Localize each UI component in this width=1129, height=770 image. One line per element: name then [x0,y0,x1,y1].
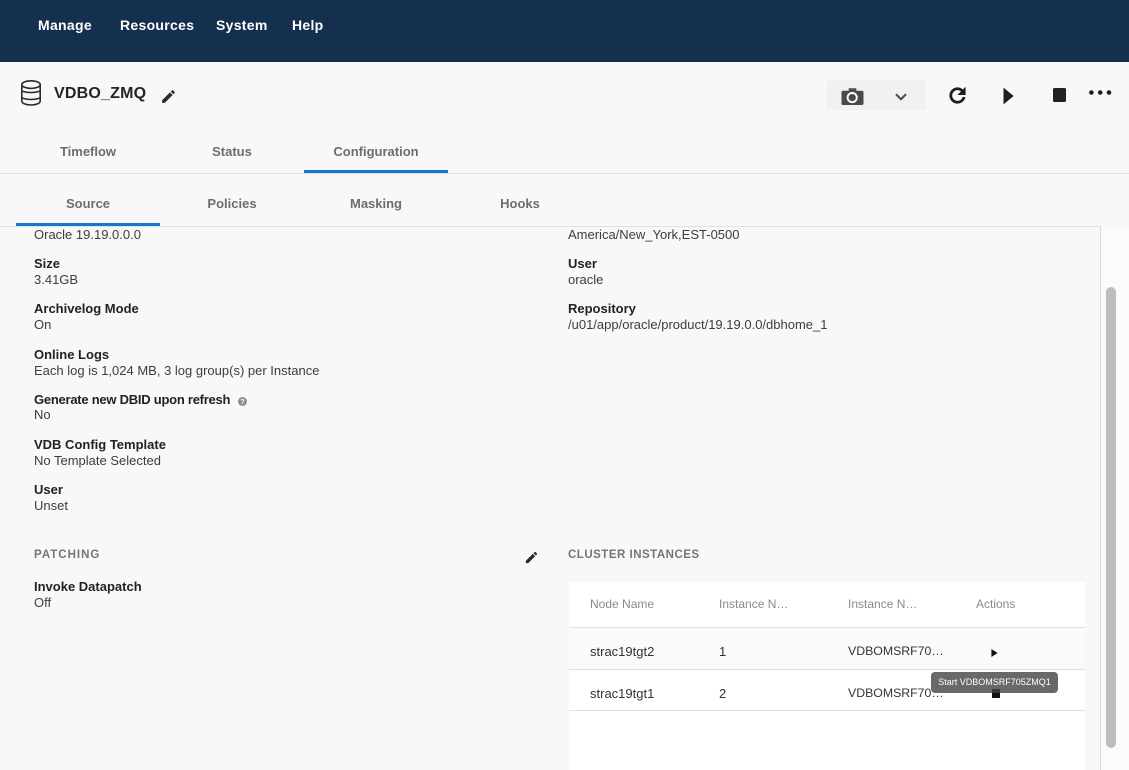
svg-text:?: ? [240,399,244,406]
